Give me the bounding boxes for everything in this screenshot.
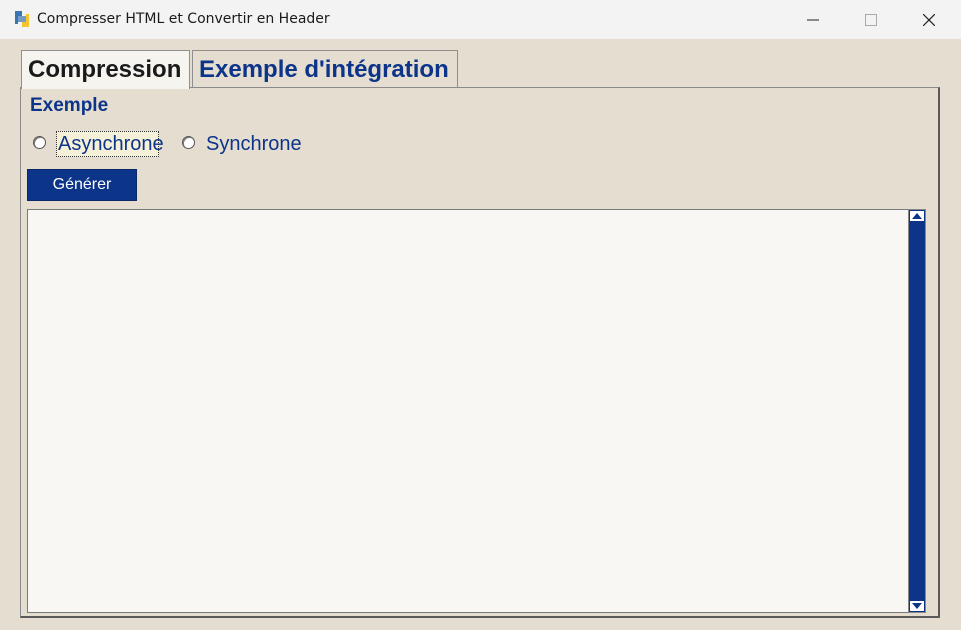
radio-synchrone[interactable] <box>182 136 195 149</box>
close-icon <box>923 13 935 26</box>
maximize-button[interactable] <box>842 0 900 39</box>
output-textarea[interactable] <box>27 209 908 613</box>
scroll-up-icon <box>912 213 922 219</box>
window-title: Compresser HTML et Convertir en Header <box>37 11 330 27</box>
scroll-up-button[interactable] <box>910 211 924 221</box>
vertical-scrollbar[interactable] <box>908 209 926 613</box>
tab-compression-label: Compression <box>28 56 182 83</box>
python-app-icon <box>15 11 29 27</box>
generate-button[interactable]: Générer <box>27 169 137 201</box>
tab-exemple-integration[interactable]: Exemple d'intégration <box>192 50 458 88</box>
tab-exemple-integration-label: Exemple d'intégration <box>199 56 449 83</box>
close-button[interactable] <box>900 0 958 39</box>
radio-asynchrone[interactable] <box>33 136 46 149</box>
minimize-icon <box>807 19 819 20</box>
generate-button-label: Générer <box>52 176 112 193</box>
section-label: Exemple <box>30 95 109 116</box>
radio-synchrone-label[interactable]: Synchrone <box>206 133 302 156</box>
radio-asynchrone-label[interactable]: Asynchrone <box>58 133 164 156</box>
minimize-button[interactable] <box>784 0 842 39</box>
title-bar: Compresser HTML et Convertir en Header <box>0 0 961 39</box>
tab-compression[interactable]: Compression <box>21 50 190 89</box>
scroll-down-icon <box>912 603 922 609</box>
maximize-icon <box>865 13 877 26</box>
scroll-down-button[interactable] <box>910 601 924 611</box>
